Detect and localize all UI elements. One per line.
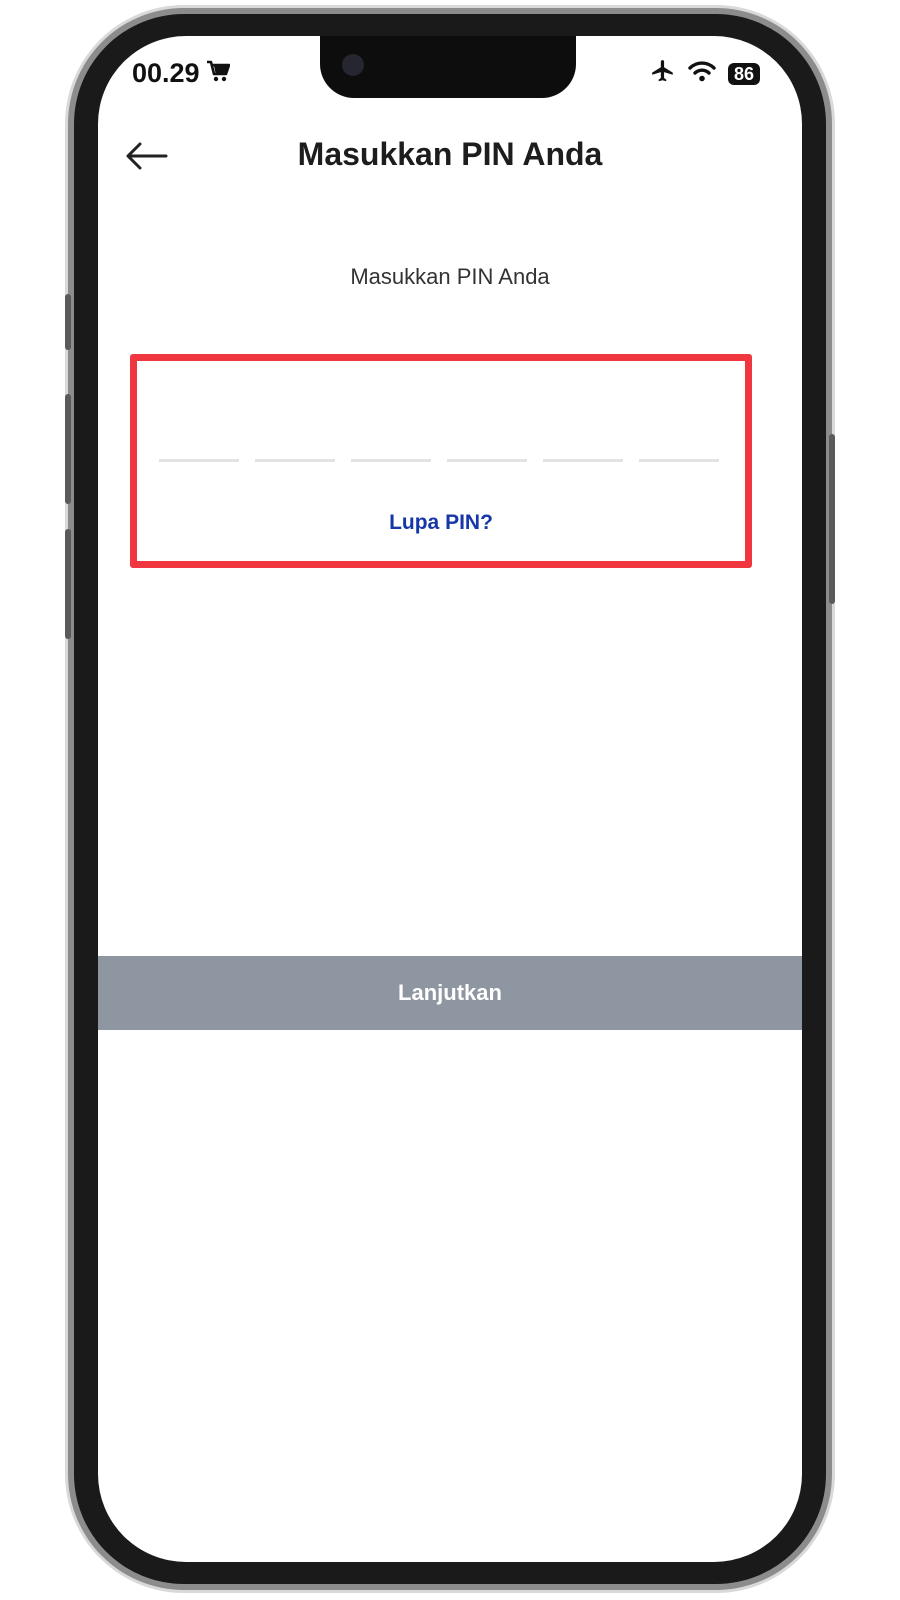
volume-up-button [65, 394, 71, 504]
cart-icon [206, 58, 230, 89]
pin-digit-6[interactable] [639, 459, 719, 462]
volume-down-button [65, 529, 71, 639]
camera-icon [342, 54, 364, 76]
status-time: 00.29 [132, 58, 230, 89]
battery-level: 86 [727, 62, 760, 85]
stage: 00.29 86 Masukkan PIN Anda Masukkan PIN … [0, 0, 900, 1600]
pin-prompt: Masukkan PIN Anda [350, 264, 550, 289]
pin-digit-3[interactable] [351, 459, 431, 462]
mute-switch [65, 294, 71, 350]
status-icons: 86 [650, 58, 760, 89]
pin-entry-highlight: Lupa PIN? [130, 354, 752, 568]
notch [320, 36, 576, 98]
page-title: Masukkan PIN Anda [297, 136, 603, 172]
continue-button[interactable]: Lanjutkan [98, 956, 802, 1030]
pin-digit-1[interactable] [159, 459, 239, 462]
phone-frame: 00.29 86 Masukkan PIN Anda Masukkan PIN … [65, 14, 835, 1584]
status-time-text: 00.29 [132, 58, 200, 88]
airplane-icon [650, 58, 676, 89]
pin-input[interactable] [159, 459, 719, 462]
pin-digit-4[interactable] [447, 459, 527, 462]
pin-digit-5[interactable] [543, 459, 623, 462]
power-button [829, 434, 835, 604]
phone-screen: 00.29 86 Masukkan PIN Anda Masukkan PIN … [98, 36, 802, 1562]
forgot-pin-link[interactable]: Lupa PIN? [137, 511, 745, 535]
pin-digit-2[interactable] [255, 459, 335, 462]
wifi-icon [688, 60, 716, 87]
